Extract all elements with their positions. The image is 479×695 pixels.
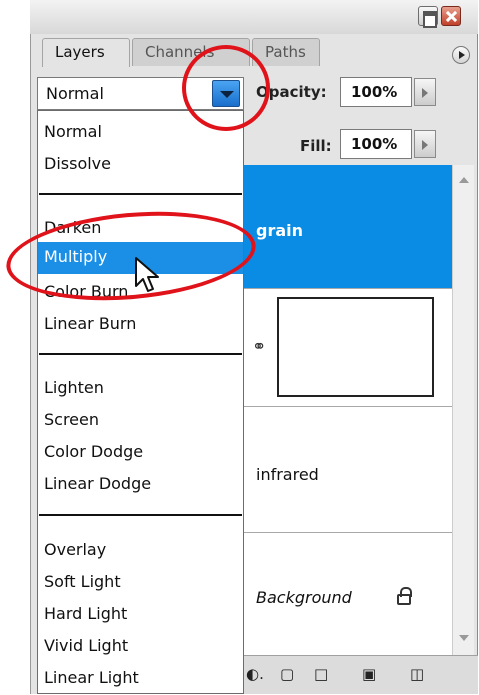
menu-item-dissolve[interactable]: Dissolve <box>38 149 243 181</box>
layers-bottom-bar: ◐. ▢ □ ▣ ◫ <box>244 655 478 694</box>
tab-paths[interactable]: Paths <box>252 38 320 66</box>
minimize-icon[interactable] <box>418 6 438 28</box>
fill-stepper[interactable] <box>414 130 436 158</box>
chain-link-icon: ⚭ <box>252 337 267 357</box>
menu-item-lighten[interactable]: Lighten <box>38 373 243 405</box>
menu-item-linear-light[interactable]: Linear Light <box>38 663 243 695</box>
mask-icon[interactable]: ▢ <box>280 665 294 683</box>
layer-row-grain[interactable]: grain <box>244 165 452 289</box>
layer-name: Background <box>256 588 352 607</box>
menu-item-overlay[interactable]: Overlay <box>38 535 243 567</box>
menu-separator <box>39 193 242 195</box>
layer-name: grain <box>256 221 304 240</box>
menu-separator <box>39 514 242 516</box>
layer-row-background[interactable]: Background <box>244 533 452 655</box>
panel-menu-icon[interactable] <box>452 46 470 64</box>
blend-mode-dropdown: Normal Dissolve Darken Multiply Color Bu… <box>37 110 244 694</box>
layer-name: infrared <box>256 465 319 484</box>
lock-icon <box>397 587 412 605</box>
menu-item-color-dodge[interactable]: Color Dodge <box>38 437 243 469</box>
layers-scrollbar[interactable] <box>452 165 474 655</box>
panel-titlebar <box>30 0 478 34</box>
menu-item-soft-light[interactable]: Soft Light <box>38 567 243 599</box>
layer-mask-thumbnail[interactable] <box>277 297 434 397</box>
opacity-field[interactable]: 100% <box>340 77 412 107</box>
menu-item-screen[interactable]: Screen <box>38 405 243 437</box>
new-layer-icon[interactable]: ▣ <box>362 665 376 683</box>
menu-separator <box>39 353 242 355</box>
layer-row-infrared[interactable]: infrared <box>244 407 452 533</box>
menu-item-vivid-light[interactable]: Vivid Light <box>38 631 243 663</box>
close-icon[interactable] <box>441 6 461 26</box>
fill-label: Fill: <box>300 137 332 155</box>
trash-icon[interactable]: ◫ <box>410 665 424 683</box>
scroll-up-icon[interactable] <box>459 177 469 183</box>
layer-row-mask[interactable]: ⚭ <box>244 289 452 407</box>
fill-field[interactable]: 100% <box>340 129 412 159</box>
annotation-circle-dropdown <box>182 45 270 131</box>
scroll-down-icon[interactable] <box>459 635 469 641</box>
menu-item-linear-dodge[interactable]: Linear Dodge <box>38 469 243 501</box>
menu-item-linear-burn[interactable]: Linear Burn <box>38 309 243 341</box>
menu-item-hard-light[interactable]: Hard Light <box>38 599 243 631</box>
opacity-stepper[interactable] <box>414 78 436 106</box>
adjustment-layer-icon[interactable]: ◐. <box>246 665 264 683</box>
folder-icon[interactable]: □ <box>314 665 328 683</box>
tab-layers[interactable]: Layers <box>42 38 130 67</box>
